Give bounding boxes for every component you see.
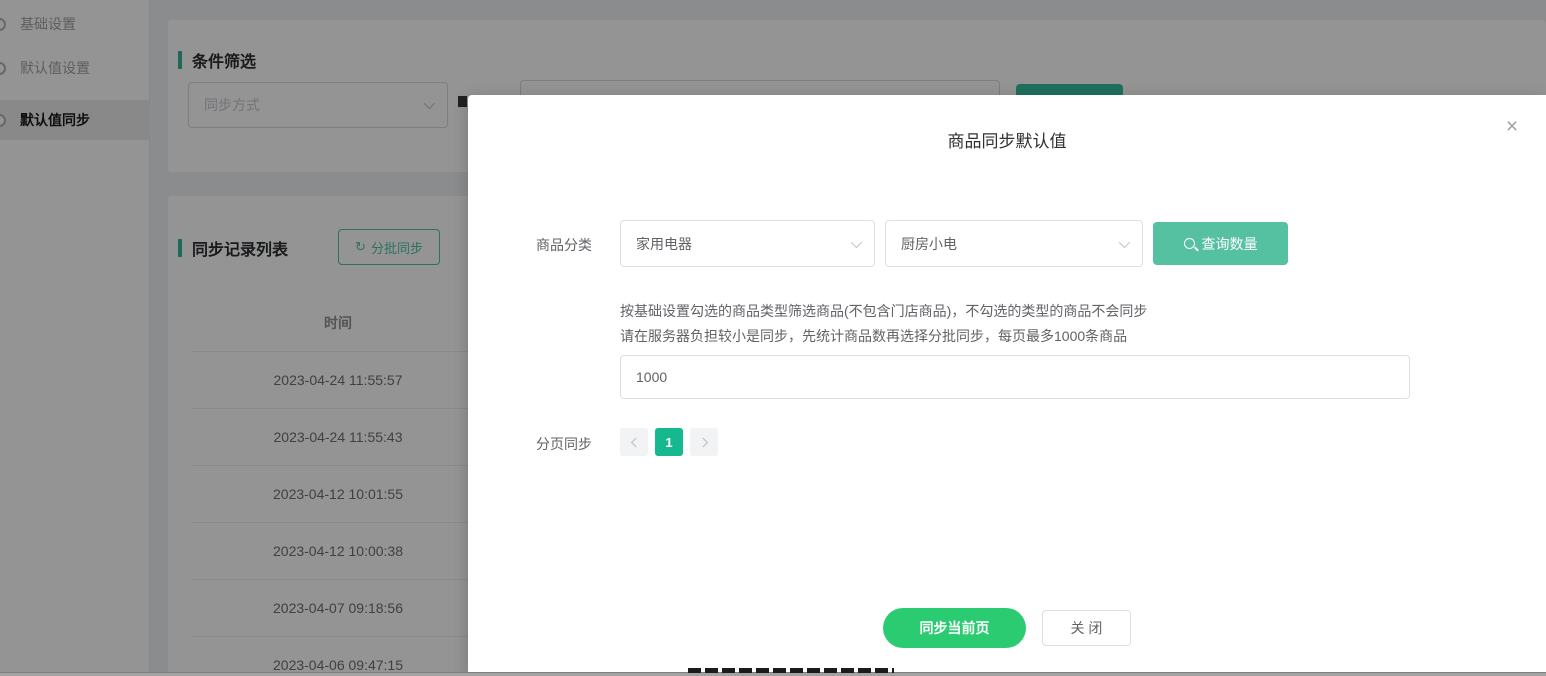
category-level2-value: 厨房小电 bbox=[901, 235, 957, 252]
pagination-prev-button[interactable] bbox=[620, 428, 648, 456]
page-sync-pagination: 1 bbox=[620, 428, 718, 456]
close-icon[interactable]: × bbox=[1500, 115, 1524, 139]
pagination-label: 分页同步 bbox=[536, 436, 592, 452]
chevron-down-icon bbox=[1118, 236, 1131, 248]
product-sync-modal: 商品同步默认值 × 商品分类 家用电器 厨房小电 查询数量 按基础设置勾选的商品… bbox=[468, 95, 1546, 676]
chevron-left-icon bbox=[630, 437, 641, 447]
pagination-page-1[interactable]: 1 bbox=[655, 428, 683, 456]
chevron-right-icon bbox=[697, 437, 708, 447]
modal-title: 商品同步默认值 bbox=[947, 132, 1067, 151]
sync-current-page-button[interactable]: 同步当前页 bbox=[883, 608, 1026, 648]
query-count-label: 查询数量 bbox=[1201, 235, 1258, 252]
close-button[interactable]: 关 闭 bbox=[1042, 610, 1131, 646]
query-count-button[interactable]: 查询数量 bbox=[1153, 222, 1288, 265]
page-size-input[interactable] bbox=[620, 355, 1410, 399]
app-window: 基础设置 默认值设置 默认值同步 条件筛选 同步方式 同步记录列表 ↻ 分批同步… bbox=[0, 0, 1546, 676]
search-icon bbox=[1183, 238, 1195, 249]
clipped-text-fragment bbox=[688, 668, 894, 673]
category-label: 商品分类 bbox=[536, 237, 592, 253]
category-level1-select[interactable]: 家用电器 bbox=[620, 220, 875, 267]
hint-line-1: 按基础设置勾选的商品类型筛选商品(不包含门店商品)，不勾选的类型的商品不会同步 bbox=[620, 303, 1148, 319]
category-level1-value: 家用电器 bbox=[636, 235, 692, 252]
chevron-down-icon bbox=[850, 236, 863, 248]
hint-line-2: 请在服务器负担较小是同步，先统计商品数再选择分批同步，每页最多1000条商品 bbox=[620, 328, 1128, 344]
category-level2-select[interactable]: 厨房小电 bbox=[885, 220, 1143, 267]
modal-footer: 同步当前页 关 闭 bbox=[468, 608, 1546, 648]
pagination-next-button[interactable] bbox=[690, 428, 718, 456]
